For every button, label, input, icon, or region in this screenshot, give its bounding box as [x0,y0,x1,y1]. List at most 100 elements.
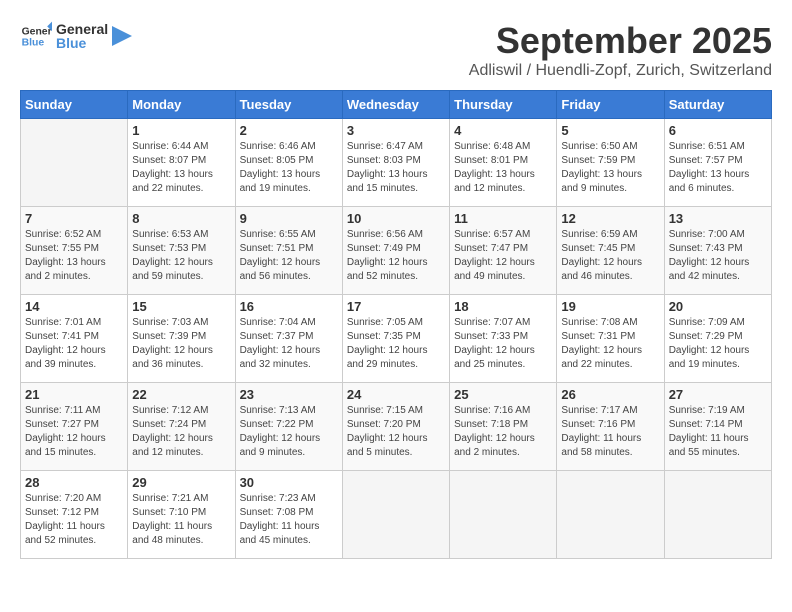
calendar-cell: 28 Sunrise: 7:20 AM Sunset: 7:12 PM Dayli… [21,471,128,559]
calendar-cell: 27 Sunrise: 7:19 AM Sunset: 7:14 PM Dayli… [664,383,771,471]
day-info: Sunrise: 7:04 AM Sunset: 7:37 PM Dayligh… [240,316,338,372]
calendar-cell [21,119,128,207]
day-info: Sunrise: 7:13 AM Sunset: 7:22 PM Dayligh… [240,404,338,460]
calendar-cell: 30 Sunrise: 7:23 AM Sunset: 7:08 PM Dayli… [235,471,342,559]
calendar-cell: 13Sunrise: 7:00 AM Sunset: 7:43 PM Dayli… [664,207,771,295]
day-info: Sunrise: 6:44 AM Sunset: 8:07 PM Dayligh… [132,140,230,196]
calendar-cell: 3 Sunrise: 6:47 AM Sunset: 8:03 PM Daylig… [342,119,449,207]
day-info: Sunrise: 6:47 AM Sunset: 8:03 PM Dayligh… [347,140,445,196]
page-header: General Blue General Blue September 2025… [20,20,772,80]
title-block: September 2025 Adliswil / Huendli-Zopf, … [469,20,772,80]
day-info: Sunrise: 7:20 AM Sunset: 7:12 PM Dayligh… [25,492,123,548]
day-number: 13 [669,211,767,226]
calendar-week-row: 7 Sunrise: 6:52 AM Sunset: 7:55 PM Daylig… [21,207,772,295]
day-info: Sunrise: 7:15 AM Sunset: 7:20 PM Dayligh… [347,404,445,460]
calendar-cell: 1 Sunrise: 6:44 AM Sunset: 8:07 PM Daylig… [128,119,235,207]
day-number: 16 [240,299,338,314]
weekday-header-thursday: Thursday [450,91,557,119]
weekday-header-row: SundayMondayTuesdayWednesdayThursdayFrid… [21,91,772,119]
day-number: 10 [347,211,445,226]
location-title: Adliswil / Huendli-Zopf, Zurich, Switzer… [469,62,772,80]
day-info: Sunrise: 7:11 AM Sunset: 7:27 PM Dayligh… [25,404,123,460]
calendar-cell [557,471,664,559]
day-number: 9 [240,211,338,226]
calendar-cell: 12 Sunrise: 6:59 AM Sunset: 7:45 PM Dayli… [557,207,664,295]
day-number: 8 [132,211,230,226]
day-info: Sunrise: 6:56 AM Sunset: 7:49 PM Dayligh… [347,228,445,284]
month-title: September 2025 [469,20,772,62]
day-number: 23 [240,387,338,402]
day-number: 20 [669,299,767,314]
logo-arrow-icon [112,26,132,46]
day-number: 22 [132,387,230,402]
day-info: Sunrise: 7:21 AM Sunset: 7:10 PM Dayligh… [132,492,230,548]
logo-general-text: General [56,22,108,36]
logo-blue-text: Blue [56,36,108,50]
day-number: 12 [561,211,659,226]
day-info: Sunrise: 6:48 AM Sunset: 8:01 PM Dayligh… [454,140,552,196]
calendar-table: SundayMondayTuesdayWednesdayThursdayFrid… [20,90,772,559]
calendar-cell: 29 Sunrise: 7:21 AM Sunset: 7:10 PM Dayli… [128,471,235,559]
calendar-cell: 18 Sunrise: 7:07 AM Sunset: 7:33 PM Dayli… [450,295,557,383]
calendar-cell [450,471,557,559]
day-number: 27 [669,387,767,402]
day-info: Sunrise: 6:46 AM Sunset: 8:05 PM Dayligh… [240,140,338,196]
day-number: 21 [25,387,123,402]
day-number: 7 [25,211,123,226]
day-number: 6 [669,123,767,138]
calendar-cell: 10 Sunrise: 6:56 AM Sunset: 7:49 PM Dayli… [342,207,449,295]
calendar-week-row: 21 Sunrise: 7:11 AM Sunset: 7:27 PM Dayli… [21,383,772,471]
calendar-cell: 6 Sunrise: 6:51 AM Sunset: 7:57 PM Daylig… [664,119,771,207]
day-info: Sunrise: 6:51 AM Sunset: 7:57 PM Dayligh… [669,140,767,196]
day-number: 5 [561,123,659,138]
day-number: 24 [347,387,445,402]
calendar-cell: 21 Sunrise: 7:11 AM Sunset: 7:27 PM Dayli… [21,383,128,471]
day-info: Sunrise: 7:05 AM Sunset: 7:35 PM Dayligh… [347,316,445,372]
day-info: Sunrise: 6:59 AM Sunset: 7:45 PM Dayligh… [561,228,659,284]
calendar-week-row: 1 Sunrise: 6:44 AM Sunset: 8:07 PM Daylig… [21,119,772,207]
calendar-cell: 8Sunrise: 6:53 AM Sunset: 7:53 PM Daylig… [128,207,235,295]
day-info: Sunrise: 7:16 AM Sunset: 7:18 PM Dayligh… [454,404,552,460]
svg-text:Blue: Blue [22,38,45,49]
calendar-cell: 5 Sunrise: 6:50 AM Sunset: 7:59 PM Daylig… [557,119,664,207]
calendar-cell [342,471,449,559]
calendar-cell: 16 Sunrise: 7:04 AM Sunset: 7:37 PM Dayli… [235,295,342,383]
calendar-cell: 24 Sunrise: 7:15 AM Sunset: 7:20 PM Dayli… [342,383,449,471]
day-info: Sunrise: 7:01 AM Sunset: 7:41 PM Dayligh… [25,316,123,372]
weekday-header-wednesday: Wednesday [342,91,449,119]
day-number: 28 [25,475,123,490]
day-info: Sunrise: 6:57 AM Sunset: 7:47 PM Dayligh… [454,228,552,284]
calendar-week-row: 28 Sunrise: 7:20 AM Sunset: 7:12 PM Dayli… [21,471,772,559]
day-info: Sunrise: 7:17 AM Sunset: 7:16 PM Dayligh… [561,404,659,460]
day-info: Sunrise: 7:19 AM Sunset: 7:14 PM Dayligh… [669,404,767,460]
day-number: 29 [132,475,230,490]
day-number: 14 [25,299,123,314]
day-number: 11 [454,211,552,226]
day-number: 30 [240,475,338,490]
day-info: Sunrise: 7:12 AM Sunset: 7:24 PM Dayligh… [132,404,230,460]
day-number: 2 [240,123,338,138]
day-info: Sunrise: 7:03 AM Sunset: 7:39 PM Dayligh… [132,316,230,372]
day-info: Sunrise: 7:08 AM Sunset: 7:31 PM Dayligh… [561,316,659,372]
day-number: 3 [347,123,445,138]
day-info: Sunrise: 6:50 AM Sunset: 7:59 PM Dayligh… [561,140,659,196]
day-info: Sunrise: 6:52 AM Sunset: 7:55 PM Dayligh… [25,228,123,284]
calendar-cell: 7 Sunrise: 6:52 AM Sunset: 7:55 PM Daylig… [21,207,128,295]
calendar-cell: 23 Sunrise: 7:13 AM Sunset: 7:22 PM Dayli… [235,383,342,471]
calendar-cell: 17 Sunrise: 7:05 AM Sunset: 7:35 PM Dayli… [342,295,449,383]
day-number: 25 [454,387,552,402]
day-info: Sunrise: 7:07 AM Sunset: 7:33 PM Dayligh… [454,316,552,372]
calendar-cell: 14 Sunrise: 7:01 AM Sunset: 7:41 PM Dayli… [21,295,128,383]
day-number: 17 [347,299,445,314]
logo-icon: General Blue [20,20,52,52]
day-number: 1 [132,123,230,138]
calendar-cell: 9Sunrise: 6:55 AM Sunset: 7:51 PM Daylig… [235,207,342,295]
calendar-cell: 15Sunrise: 7:03 AM Sunset: 7:39 PM Dayli… [128,295,235,383]
calendar-week-row: 14 Sunrise: 7:01 AM Sunset: 7:41 PM Dayli… [21,295,772,383]
day-info: Sunrise: 7:23 AM Sunset: 7:08 PM Dayligh… [240,492,338,548]
calendar-cell: 4 Sunrise: 6:48 AM Sunset: 8:01 PM Daylig… [450,119,557,207]
day-number: 4 [454,123,552,138]
calendar-cell [664,471,771,559]
day-number: 19 [561,299,659,314]
day-number: 18 [454,299,552,314]
